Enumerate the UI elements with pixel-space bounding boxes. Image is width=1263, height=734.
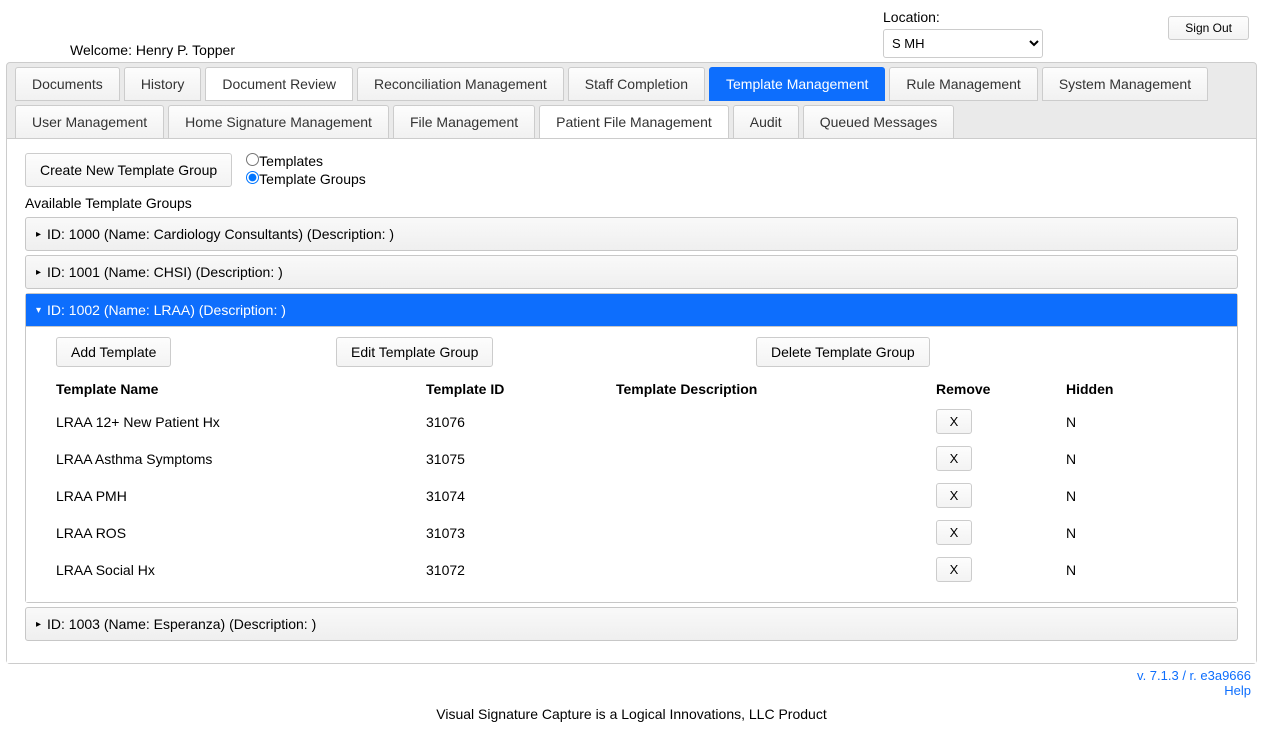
tab-system-management[interactable]: System Management xyxy=(1042,67,1208,101)
col-desc: Template Description xyxy=(616,381,936,397)
delete-template-group-button[interactable]: Delete Template Group xyxy=(756,337,930,367)
cell-remove: X xyxy=(936,483,1066,508)
col-hidden: Hidden xyxy=(1066,381,1186,397)
remove-button[interactable]: X xyxy=(936,446,972,471)
chevron-right-icon: ▸ xyxy=(36,619,41,630)
table-row: LRAA Asthma Symptoms31075 X N xyxy=(56,440,1221,477)
cell-name: LRAA Asthma Symptoms xyxy=(56,451,426,467)
tab-rule-management[interactable]: Rule Management xyxy=(889,67,1037,101)
cell-name: LRAA Social Hx xyxy=(56,562,426,578)
remove-button[interactable]: X xyxy=(936,520,972,545)
cell-hidden: N xyxy=(1066,562,1186,578)
cell-hidden: N xyxy=(1066,488,1186,504)
tab-home-signature-management[interactable]: Home Signature Management xyxy=(168,105,389,139)
cell-remove: X xyxy=(936,557,1066,582)
remove-button[interactable]: X xyxy=(936,557,972,582)
tab-content-template-management: Create New Template Group Templates Temp… xyxy=(7,138,1256,663)
chevron-right-icon: ▸ xyxy=(36,267,41,278)
table-row: LRAA Social Hx31072 X N xyxy=(56,551,1221,588)
chevron-down-icon: ▾ xyxy=(36,305,41,316)
remove-button[interactable]: X xyxy=(936,409,972,434)
cell-id: 31076 xyxy=(426,414,616,430)
tab-file-management[interactable]: File Management xyxy=(393,105,535,139)
welcome-label: Welcome: xyxy=(70,42,132,58)
template-group-header[interactable]: ▸ ID: 1000 (Name: Cardiology Consultants)… xyxy=(26,218,1237,250)
col-id: Template ID xyxy=(426,381,616,397)
cell-id: 31075 xyxy=(426,451,616,467)
template-group-item: ▸ ID: 1003 (Name: Esperanza) (Description… xyxy=(25,607,1238,641)
template-group-header-text: ID: 1001 (Name: CHSI) (Description: ) xyxy=(47,264,283,280)
template-group-header[interactable]: ▾ ID: 1002 (Name: LRAA) (Description: ) xyxy=(26,294,1237,326)
cell-hidden: N xyxy=(1066,451,1186,467)
table-row: LRAA 12+ New Patient Hx31076 X N xyxy=(56,403,1221,440)
add-template-button[interactable]: Add Template xyxy=(56,337,171,367)
tab-template-management[interactable]: Template Management xyxy=(709,67,885,101)
cell-hidden: N xyxy=(1066,525,1186,541)
template-group-header[interactable]: ▸ ID: 1003 (Name: Esperanza) (Description… xyxy=(26,608,1237,640)
template-group-header-text: ID: 1003 (Name: Esperanza) (Description:… xyxy=(47,616,316,632)
cell-name: LRAA 12+ New Patient Hx xyxy=(56,414,426,430)
welcome-user-name: Henry P. Topper xyxy=(136,42,235,58)
cell-name: LRAA PMH xyxy=(56,488,426,504)
location-select[interactable]: S MH xyxy=(883,29,1043,58)
create-new-template-group-button[interactable]: Create New Template Group xyxy=(25,153,232,187)
tab-patient-file-management[interactable]: Patient File Management xyxy=(539,105,729,139)
edit-template-group-button[interactable]: Edit Template Group xyxy=(336,337,493,367)
template-group-item: ▸ ID: 1001 (Name: CHSI) (Description: ) xyxy=(25,255,1238,289)
template-group-header[interactable]: ▸ ID: 1001 (Name: CHSI) (Description: ) xyxy=(26,256,1237,288)
radio-templates[interactable]: Templates xyxy=(246,153,366,169)
col-name: Template Name xyxy=(56,381,426,397)
product-footer: Visual Signature Capture is a Logical In… xyxy=(0,700,1263,734)
table-row: LRAA PMH31074 X N xyxy=(56,477,1221,514)
cell-remove: X xyxy=(936,446,1066,471)
template-group-item: ▸ ID: 1000 (Name: Cardiology Consultants)… xyxy=(25,217,1238,251)
radio-template-groups-input[interactable] xyxy=(246,171,259,184)
cell-remove: X xyxy=(936,409,1066,434)
tab-documents[interactable]: Documents xyxy=(15,67,120,101)
radio-templates-input[interactable] xyxy=(246,153,259,166)
help-link[interactable]: Help xyxy=(1224,683,1251,698)
location-label: Location: xyxy=(883,9,1043,25)
cell-hidden: N xyxy=(1066,414,1186,430)
sign-out-button[interactable]: Sign Out xyxy=(1168,16,1249,40)
tab-staff-completion[interactable]: Staff Completion xyxy=(568,67,705,101)
template-group-body: Add Template Edit Template Group Delete Te… xyxy=(26,326,1237,602)
version-label: v. 7.1.3 / r. e3a9666 xyxy=(1137,668,1251,683)
cell-id: 31072 xyxy=(426,562,616,578)
tab-document-review[interactable]: Document Review xyxy=(205,67,353,101)
available-template-groups-label: Available Template Groups xyxy=(25,195,1238,211)
radio-templates-label: Templates xyxy=(259,153,323,169)
remove-button[interactable]: X xyxy=(936,483,972,508)
template-group-header-text: ID: 1002 (Name: LRAA) (Description: ) xyxy=(47,302,286,318)
cell-id: 31073 xyxy=(426,525,616,541)
col-remove: Remove xyxy=(936,381,1066,397)
template-group-item: ▾ ID: 1002 (Name: LRAA) (Description: ) Ad… xyxy=(25,293,1238,603)
chevron-right-icon: ▸ xyxy=(36,229,41,240)
cell-remove: X xyxy=(936,520,1066,545)
radio-template-groups-label: Template Groups xyxy=(259,171,366,187)
tab-reconciliation-management[interactable]: Reconciliation Management xyxy=(357,67,564,101)
cell-id: 31074 xyxy=(426,488,616,504)
main-tabs: DocumentsHistoryDocument ReviewReconcili… xyxy=(6,62,1257,664)
template-group-header-text: ID: 1000 (Name: Cardiology Consultants) … xyxy=(47,226,394,242)
tab-queued-messages[interactable]: Queued Messages xyxy=(803,105,955,139)
table-row: LRAA ROS31073 X N xyxy=(56,514,1221,551)
cell-name: LRAA ROS xyxy=(56,525,426,541)
tab-audit[interactable]: Audit xyxy=(733,105,799,139)
tab-user-management[interactable]: User Management xyxy=(15,105,164,139)
radio-template-groups[interactable]: Template Groups xyxy=(246,171,366,187)
tab-history[interactable]: History xyxy=(124,67,202,101)
